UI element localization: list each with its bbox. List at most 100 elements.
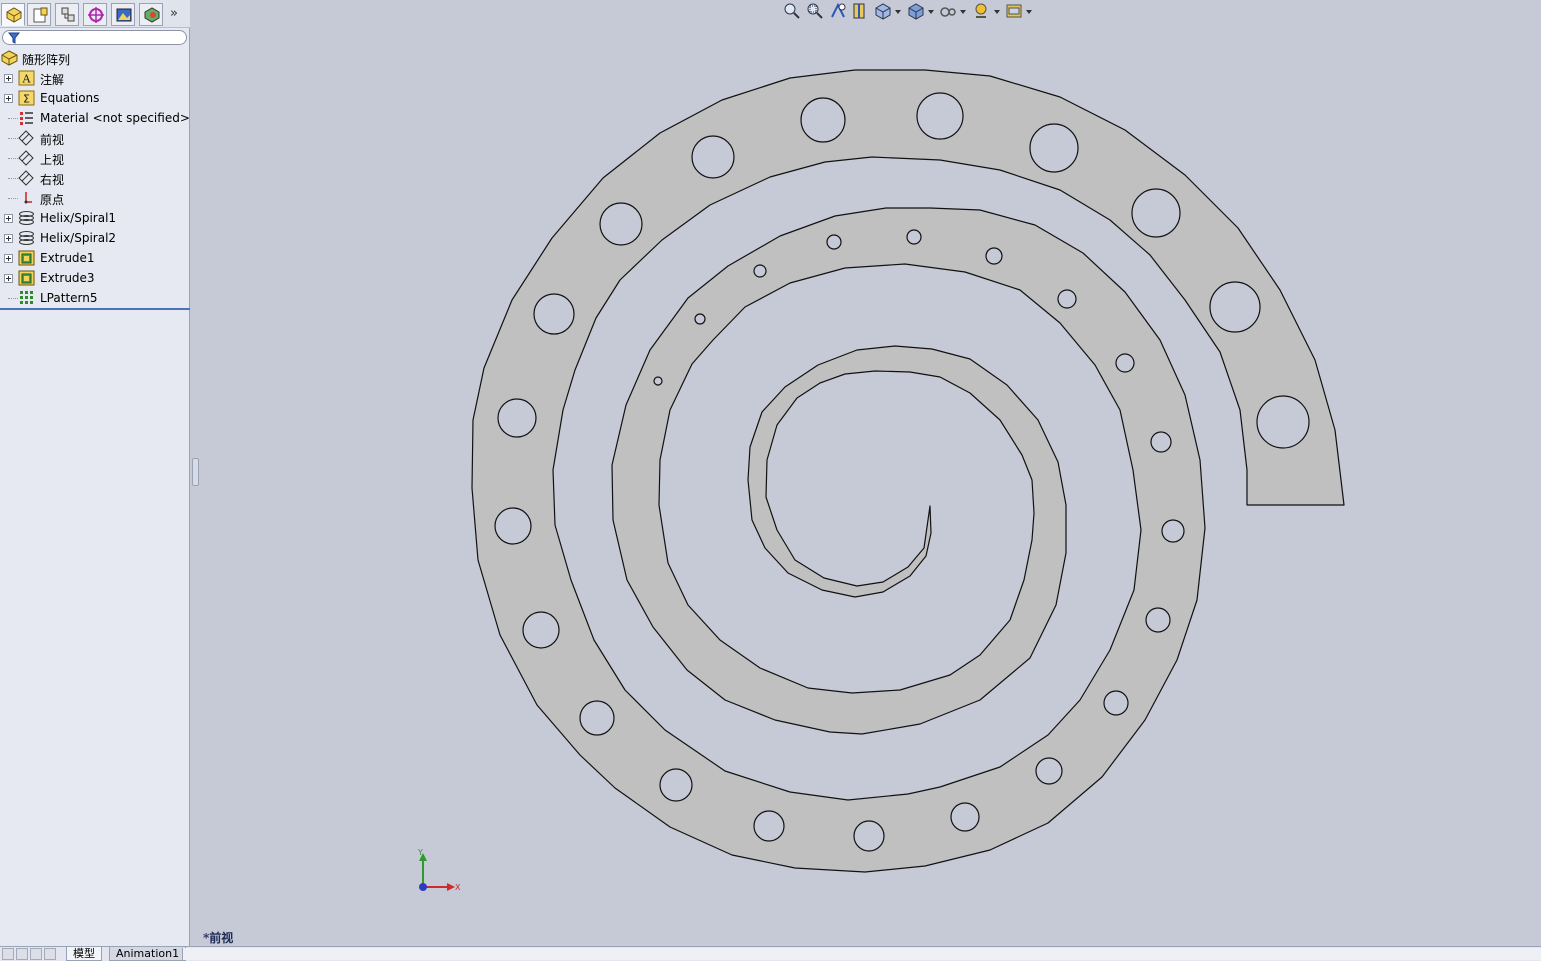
prev-tab-button[interactable] xyxy=(16,948,28,960)
pattern-hole xyxy=(1035,757,1063,785)
pattern-hole xyxy=(522,611,560,649)
heads-up-view-toolbar xyxy=(780,0,1040,22)
graphics-area[interactable]: Y X xyxy=(191,0,1541,946)
edit-appearance-icon[interactable] xyxy=(971,1,991,21)
horizontal-scrollbar[interactable] xyxy=(182,948,1541,960)
pattern-hole xyxy=(916,92,964,140)
pattern-hole xyxy=(1115,353,1135,373)
expand-icon[interactable] xyxy=(4,274,13,283)
view-settings-icon[interactable] xyxy=(1004,1,1024,21)
panel-tab-bar: » xyxy=(0,0,190,28)
expand-icon[interactable] xyxy=(4,94,13,103)
tree-root-part[interactable]: 随形阵列 xyxy=(0,48,190,68)
tree-item-right-plane[interactable]: 右视 xyxy=(0,168,190,188)
display-manager-tab[interactable] xyxy=(111,3,135,26)
next-tab-button[interactable] xyxy=(30,948,42,960)
pattern-hole xyxy=(906,229,922,245)
tab-animation[interactable]: Animation1 xyxy=(109,947,187,961)
configuration-manager-tab[interactable] xyxy=(55,3,79,26)
tab-model[interactable]: 模型 xyxy=(66,947,102,961)
helix-icon xyxy=(19,211,34,225)
tree-item-label: 注解 xyxy=(40,73,65,87)
view-orientation-icon[interactable] xyxy=(873,1,893,21)
tree-item-label: LPattern5 xyxy=(40,291,98,305)
last-tab-button[interactable] xyxy=(44,948,56,960)
tree-item-front-plane[interactable]: 前视 xyxy=(0,128,190,148)
first-tab-button[interactable] xyxy=(2,948,14,960)
tree-item-helix-spiral2[interactable]: Helix/Spiral2 xyxy=(0,228,190,248)
tree-item-lpattern5[interactable]: LPattern5 xyxy=(0,288,190,308)
tree-item-label: 前视 xyxy=(40,133,65,147)
feature-manager-panel: » 随形阵列 A 注解 Σ Equations Material <not sp… xyxy=(0,0,190,946)
tree-item-helix-spiral1[interactable]: Helix/Spiral1 xyxy=(0,208,190,228)
expand-icon[interactable] xyxy=(4,234,13,243)
tree-item-label: 上视 xyxy=(40,153,65,167)
property-manager-tab[interactable] xyxy=(27,3,51,26)
zoom-to-fit-icon[interactable] xyxy=(782,1,802,21)
filter-icon xyxy=(8,32,20,44)
expand-icon[interactable] xyxy=(4,74,13,83)
tree-connector xyxy=(8,138,18,139)
display-style-icon[interactable] xyxy=(906,1,926,21)
triad-axes: Y X xyxy=(417,848,461,892)
plane-icon xyxy=(18,170,34,186)
plane-icon xyxy=(18,130,34,146)
origin-icon xyxy=(24,192,32,204)
tree-item-annotations[interactable]: A 注解 xyxy=(0,68,190,88)
pattern-hole xyxy=(1209,281,1261,333)
pattern-hole xyxy=(985,247,1003,265)
pattern-hole xyxy=(826,234,842,250)
dimxpert-icon xyxy=(88,7,104,23)
previous-view-icon[interactable] xyxy=(828,1,848,21)
tree-connector xyxy=(8,158,18,159)
pattern-hole xyxy=(694,313,706,325)
tree-connector xyxy=(8,118,18,119)
property-icon xyxy=(33,7,48,23)
pattern-hole xyxy=(579,700,615,736)
tree-connector xyxy=(8,178,18,179)
tree-item-extrude1[interactable]: Extrude1 xyxy=(0,248,190,268)
pattern-hole xyxy=(653,376,663,386)
pattern-hole xyxy=(1145,607,1171,633)
hide-show-items-icon[interactable] xyxy=(938,1,958,21)
tree-item-label: 原点 xyxy=(40,193,65,207)
tree-item-equations[interactable]: Σ Equations xyxy=(0,88,190,108)
bottom-tab-bar: 模型 Animation1 xyxy=(0,946,1541,961)
tree-root-label: 随形阵列 xyxy=(22,53,71,67)
coordinate-triad: Y X xyxy=(413,845,463,898)
pattern-hole xyxy=(691,135,735,179)
equations-icon: Σ xyxy=(18,90,35,106)
dimxpert-tab[interactable] xyxy=(83,3,107,26)
configuration-icon xyxy=(61,7,75,22)
pattern-hole xyxy=(950,802,980,832)
spiral-outline xyxy=(471,69,1345,873)
triad-x-label: X xyxy=(455,883,461,892)
expand-icon[interactable] xyxy=(4,254,13,263)
tree-item-top-plane[interactable]: 上视 xyxy=(0,148,190,168)
more-tabs-button[interactable]: » xyxy=(170,6,178,21)
spiral-part-view xyxy=(471,69,1345,873)
pattern-hole xyxy=(1150,431,1172,453)
feature-manager-tab[interactable] xyxy=(1,3,25,26)
tree-connector xyxy=(8,298,18,299)
annotations-icon: A xyxy=(18,70,35,86)
expand-icon[interactable] xyxy=(4,214,13,223)
tree-item-origin[interactable]: 原点 xyxy=(0,188,190,208)
extrude-icon xyxy=(18,270,35,286)
plane-icon xyxy=(18,150,34,166)
dropdown-arrow-icon[interactable] xyxy=(1024,1,1044,21)
zoom-to-area-icon[interactable] xyxy=(805,1,825,21)
display-manager-icon xyxy=(116,8,132,22)
triad-y-label: Y xyxy=(417,848,423,857)
pattern-hole xyxy=(800,97,846,143)
tree-filter-input[interactable] xyxy=(2,30,187,45)
tree-item-label: Extrude3 xyxy=(40,271,95,285)
pattern-hole xyxy=(1131,188,1181,238)
pattern-hole xyxy=(753,264,767,278)
spiral-part-body xyxy=(471,69,1345,873)
tree-item-material[interactable]: Material <not specified> xyxy=(0,108,190,128)
tree-item-extrude3[interactable]: Extrude3 xyxy=(0,268,190,288)
section-view-icon[interactable] xyxy=(850,1,870,21)
appearance-tab[interactable] xyxy=(139,3,163,26)
svg-text:A: A xyxy=(22,73,32,86)
